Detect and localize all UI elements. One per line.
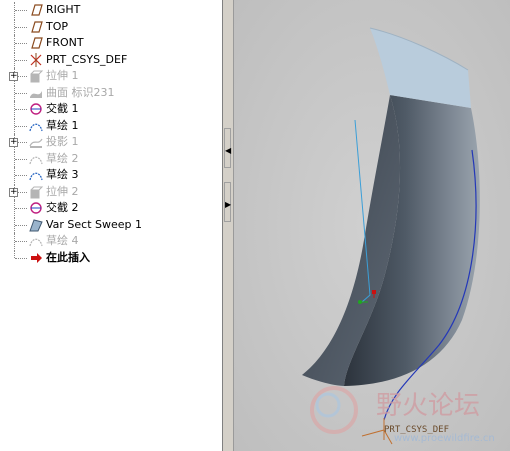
tree-item-label: 草绘 1	[46, 118, 79, 132]
intersect-icon	[28, 101, 44, 117]
tree-item-label: 草绘 4	[46, 234, 79, 247]
model-canvas[interactable]: 野火论坛 PRT_CSYS_DEF www.proewildfire.cn	[234, 0, 510, 451]
datum-plane-icon	[28, 19, 44, 35]
tree-branch-line	[15, 125, 27, 127]
tree-branch-line	[15, 26, 27, 28]
tree-item[interactable]: + 拉伸 1	[0, 68, 222, 84]
watermark-url: www.proewildfire.cn	[394, 433, 495, 444]
tree-branch-line	[15, 224, 27, 226]
tree-item[interactable]: + 投影 1	[0, 134, 222, 150]
tree-item-label: 拉伸 1	[46, 69, 79, 82]
tree-branch-line	[15, 175, 27, 176]
tree-item[interactable]: TOP	[0, 18, 222, 35]
tree-item[interactable]: 曲面 标识231	[0, 84, 222, 101]
sketch-icon	[28, 118, 44, 134]
tree-item[interactable]: 在此插入	[0, 249, 222, 266]
tree-item-label: FRONT	[46, 36, 84, 49]
tree-branch-line	[15, 59, 27, 61]
tree-item[interactable]: FRONT	[0, 35, 222, 51]
tree-item[interactable]: 草绘 3	[0, 167, 222, 183]
tree-branch-line	[15, 109, 27, 110]
extrude-icon	[28, 184, 44, 200]
tree-item-label: 交截 2	[46, 201, 79, 214]
watermark-title: 野火论坛	[376, 391, 480, 421]
surface-icon	[28, 85, 44, 101]
tree-item[interactable]: 交截 2	[0, 200, 222, 216]
tree-item-label: 交截 1	[46, 102, 79, 115]
tree-connector	[14, 249, 16, 258]
tree-item-label: RIGHT	[46, 3, 81, 16]
expand-right-icon[interactable]: ▶	[225, 200, 231, 209]
sketch-icon	[28, 233, 44, 249]
tree-item-label: 在此插入	[46, 250, 90, 264]
extrude-icon	[28, 68, 44, 84]
tree-item[interactable]: RIGHT	[0, 2, 222, 18]
collapse-left-icon[interactable]: ◀	[225, 146, 231, 155]
coordinate-system-icon	[28, 52, 44, 68]
tree-item-label: 草绘 3	[46, 168, 79, 181]
tree-item[interactable]: 草绘 2	[0, 150, 222, 167]
tree-item[interactable]: 草绘 1	[0, 117, 222, 134]
tree-branch-line	[15, 257, 27, 259]
tree-item[interactable]: Var Sect Sweep 1	[0, 216, 222, 233]
tree-item[interactable]: PRT_CSYS_DEF	[0, 51, 222, 68]
tree-item-label: PRT_CSYS_DEF	[46, 52, 128, 66]
expand-plus-icon[interactable]: +	[9, 187, 18, 197]
tree-item-label: 投影 1	[46, 135, 79, 148]
tree-branch-line	[15, 158, 27, 160]
tree-item[interactable]: 草绘 4	[0, 233, 222, 249]
tree-branch-line	[15, 208, 27, 209]
tree-item-label: Var Sect Sweep 1	[46, 217, 143, 231]
intersect-icon	[28, 200, 44, 216]
insert-here-arrow-icon	[28, 250, 44, 266]
panel-splitter[interactable]: ◀ ▶	[223, 0, 234, 451]
datum-plane-icon	[28, 2, 44, 18]
graphics-viewport[interactable]: 野火论坛 PRT_CSYS_DEF www.proewildfire.cn	[234, 0, 510, 451]
tree-item-label: 拉伸 2	[46, 184, 79, 198]
tree-item-label: TOP	[46, 19, 69, 33]
tree-item[interactable]: 交截 1	[0, 101, 222, 117]
expand-plus-icon[interactable]: +	[9, 72, 18, 81]
tree-branch-line	[15, 241, 27, 242]
sketch-icon	[28, 151, 44, 167]
projection-icon	[28, 134, 44, 150]
tree-branch-line	[15, 10, 27, 11]
expand-plus-icon[interactable]: +	[9, 138, 18, 147]
datum-plane-icon	[28, 35, 44, 51]
var-sect-sweep-icon	[28, 217, 44, 233]
tree-branch-line	[15, 43, 27, 44]
model-tree-panel: RIGHT TOP FRONT PRT_CSYS_DEF + 拉伸 1 曲面 标识231 交截…	[0, 0, 223, 451]
tree-item[interactable]: + 拉伸 2	[0, 183, 222, 200]
sketch-icon	[28, 167, 44, 183]
tree-item-label: 草绘 2	[46, 151, 79, 165]
tree-item-label: 曲面 标识231	[46, 85, 115, 99]
tree-branch-line	[15, 92, 27, 94]
